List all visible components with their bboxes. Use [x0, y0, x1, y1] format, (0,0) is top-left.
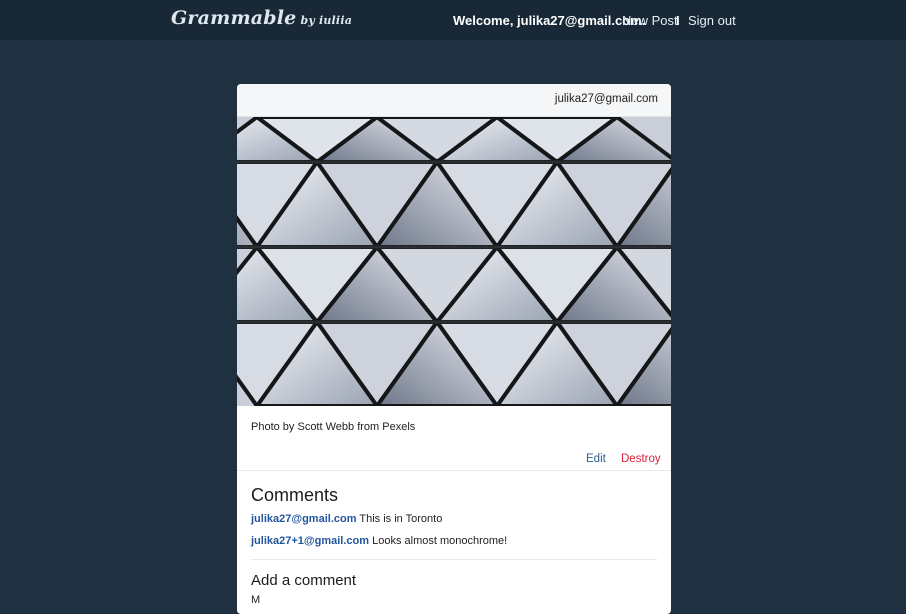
- brand-by: by iuliia: [300, 14, 353, 27]
- destroy-link[interactable]: Destroy: [621, 453, 661, 465]
- comment-text: This is in Toronto: [359, 513, 443, 525]
- top-navbar: Grammable by iuliia Welcome, julika27@gma…: [0, 0, 906, 40]
- edit-link[interactable]: Edit: [586, 453, 606, 465]
- post-author: julika27@gmail.com: [554, 93, 658, 105]
- divider: [237, 470, 671, 471]
- brand-logo[interactable]: Grammable by iuliia: [171, 7, 352, 29]
- post-caption: Photo by Scott Webb from Pexels: [251, 421, 416, 433]
- comment-author[interactable]: julika27+1@gmail.com: [251, 535, 369, 547]
- add-comment-heading: Add a comment: [251, 572, 357, 589]
- post-photo: [237, 117, 671, 406]
- comment-field-label: M: [251, 594, 261, 606]
- comment-item: julika27+1@gmail.com Looks almost monoch…: [251, 535, 507, 547]
- divider: [251, 559, 657, 560]
- post-header: julika27@gmail.com: [237, 84, 671, 117]
- brand-name: Grammable: [171, 7, 297, 29]
- comment-text: Looks almost monochrome!: [372, 535, 508, 547]
- sign-out-link[interactable]: Sign out: [688, 13, 736, 28]
- welcome-message: Welcome, julika27@gmail.com.: [453, 13, 646, 28]
- comments-heading: Comments: [251, 485, 339, 505]
- comment-author[interactable]: julika27@gmail.com: [251, 513, 357, 525]
- comment-item: julika27@gmail.com This is in Toronto: [251, 513, 442, 525]
- new-post-link[interactable]: New Post: [622, 13, 678, 28]
- nav-separator: I: [676, 13, 680, 28]
- post-card: julika27@gmail.com Photo by Scott Webb f…: [237, 84, 671, 614]
